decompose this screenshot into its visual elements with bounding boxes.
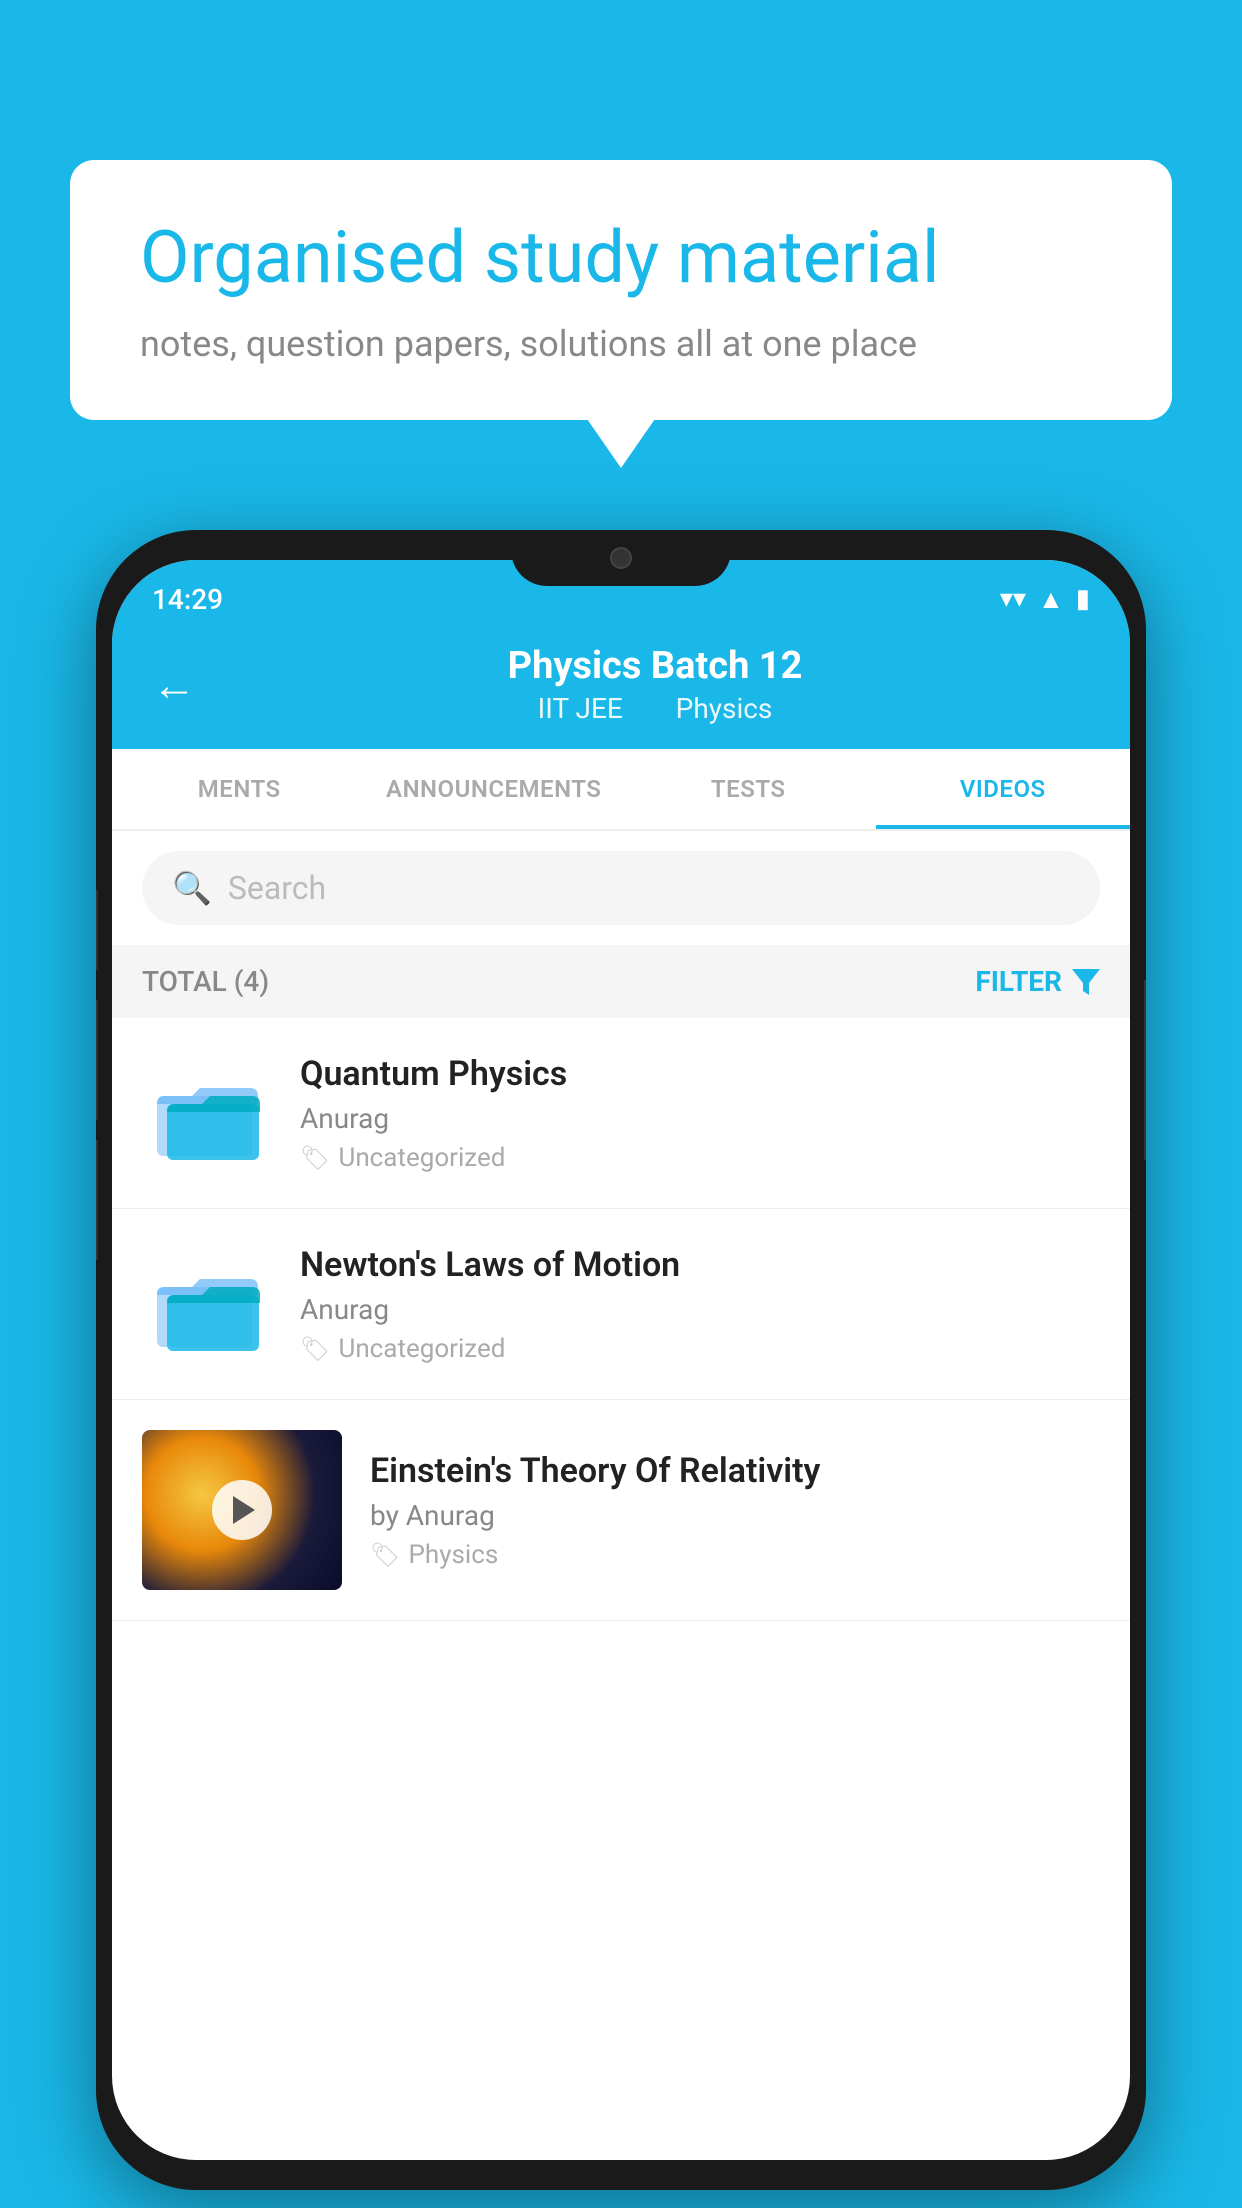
- wifi-icon: ▾▾: [1000, 584, 1026, 614]
- total-label: TOTAL (4): [142, 965, 269, 998]
- video-tag: 🏷 Uncategorized: [300, 1143, 1100, 1173]
- phone-button-vol-down: [96, 1000, 98, 1120]
- search-bar[interactable]: 🔍 Search: [142, 851, 1100, 925]
- tab-ments[interactable]: MENTS: [112, 749, 367, 829]
- header-title: Physics Batch 12: [220, 644, 1090, 688]
- header-subtitle-physics: Physics: [676, 692, 773, 725]
- back-button[interactable]: ←: [152, 659, 196, 711]
- camera-dot: [610, 547, 632, 569]
- list-item[interactable]: Newton's Laws of Motion Anurag 🏷 Uncateg…: [112, 1209, 1130, 1400]
- tab-tests[interactable]: TESTS: [621, 749, 876, 829]
- phone-wrapper: 14:29 ▾▾ ▲ ▮ ← Physics Batch 12 IIT JEE …: [96, 530, 1146, 2190]
- play-button[interactable]: [212, 1480, 272, 1540]
- header-subtitle: IIT JEE Physics: [220, 692, 1090, 725]
- header-title-block: Physics Batch 12 IIT JEE Physics: [220, 644, 1090, 725]
- video-author: by Anurag: [370, 1499, 1100, 1532]
- video-info-quantum: Quantum Physics Anurag 🏷 Uncategorized: [300, 1054, 1100, 1173]
- video-thumbnail-einstein: [142, 1430, 342, 1590]
- video-author: Anurag: [300, 1293, 1100, 1326]
- tabs-bar: MENTS ANNOUNCEMENTS TESTS VIDEOS: [112, 749, 1130, 831]
- tag-icon: 🏷: [300, 1144, 330, 1172]
- search-container: 🔍 Search: [112, 831, 1130, 945]
- filter-funnel-icon: [1072, 969, 1100, 995]
- tag-label: Uncategorized: [338, 1143, 505, 1173]
- video-info-newton: Newton's Laws of Motion Anurag 🏷 Uncateg…: [300, 1245, 1100, 1364]
- video-info-einstein: Einstein's Theory Of Relativity by Anura…: [370, 1451, 1100, 1570]
- phone-screen: 14:29 ▾▾ ▲ ▮ ← Physics Batch 12 IIT JEE …: [112, 560, 1130, 2160]
- video-title: Quantum Physics: [300, 1054, 1100, 1094]
- tag-label: Physics: [408, 1540, 498, 1570]
- search-icon: 🔍: [172, 869, 212, 907]
- tag-label: Uncategorized: [338, 1334, 505, 1364]
- tag-icon: 🏷: [300, 1335, 330, 1363]
- folder-icon: [152, 1066, 262, 1161]
- list-item[interactable]: Einstein's Theory Of Relativity by Anura…: [112, 1400, 1130, 1621]
- search-placeholder: Search: [228, 869, 326, 907]
- tab-announcements[interactable]: ANNOUNCEMENTS: [367, 749, 622, 829]
- list-item[interactable]: Quantum Physics Anurag 🏷 Uncategorized: [112, 1018, 1130, 1209]
- speech-bubble: Organised study material notes, question…: [70, 160, 1172, 420]
- app-header: ← Physics Batch 12 IIT JEE Physics: [112, 628, 1130, 749]
- speech-bubble-container: Organised study material notes, question…: [70, 160, 1172, 420]
- tab-videos[interactable]: VIDEOS: [876, 749, 1131, 829]
- filter-button[interactable]: FILTER: [975, 965, 1100, 998]
- video-list: Quantum Physics Anurag 🏷 Uncategorized: [112, 1018, 1130, 1621]
- status-time: 14:29: [152, 583, 223, 616]
- phone-frame: 14:29 ▾▾ ▲ ▮ ← Physics Batch 12 IIT JEE …: [96, 530, 1146, 2190]
- filter-label: FILTER: [975, 965, 1062, 998]
- header-subtitle-sep: [646, 692, 660, 725]
- bubble-subtitle: notes, question papers, solutions all at…: [140, 323, 1102, 365]
- phone-button-power: [1144, 980, 1146, 1160]
- battery-icon: ▮: [1076, 584, 1090, 614]
- tag-icon: 🏷: [370, 1541, 400, 1569]
- phone-button-vol-up: [96, 890, 98, 970]
- video-tag: 🏷 Physics: [370, 1540, 1100, 1570]
- video-tag: 🏷 Uncategorized: [300, 1334, 1100, 1364]
- play-triangle-icon: [233, 1496, 255, 1524]
- folder-icon: [152, 1257, 262, 1352]
- header-subtitle-iitjee: IIT JEE: [538, 692, 623, 725]
- status-icons: ▾▾ ▲ ▮: [1000, 584, 1090, 615]
- bubble-title: Organised study material: [140, 215, 1102, 301]
- video-title: Newton's Laws of Motion: [300, 1245, 1100, 1285]
- video-author: Anurag: [300, 1102, 1100, 1135]
- video-thumb-newton: [142, 1239, 272, 1369]
- video-thumb-quantum: [142, 1048, 272, 1178]
- phone-notch: [511, 530, 731, 586]
- signal-icon: ▲: [1038, 584, 1064, 615]
- filter-bar: TOTAL (4) FILTER: [112, 945, 1130, 1018]
- phone-button-vol-down2: [96, 1140, 98, 1260]
- video-title: Einstein's Theory Of Relativity: [370, 1451, 1100, 1491]
